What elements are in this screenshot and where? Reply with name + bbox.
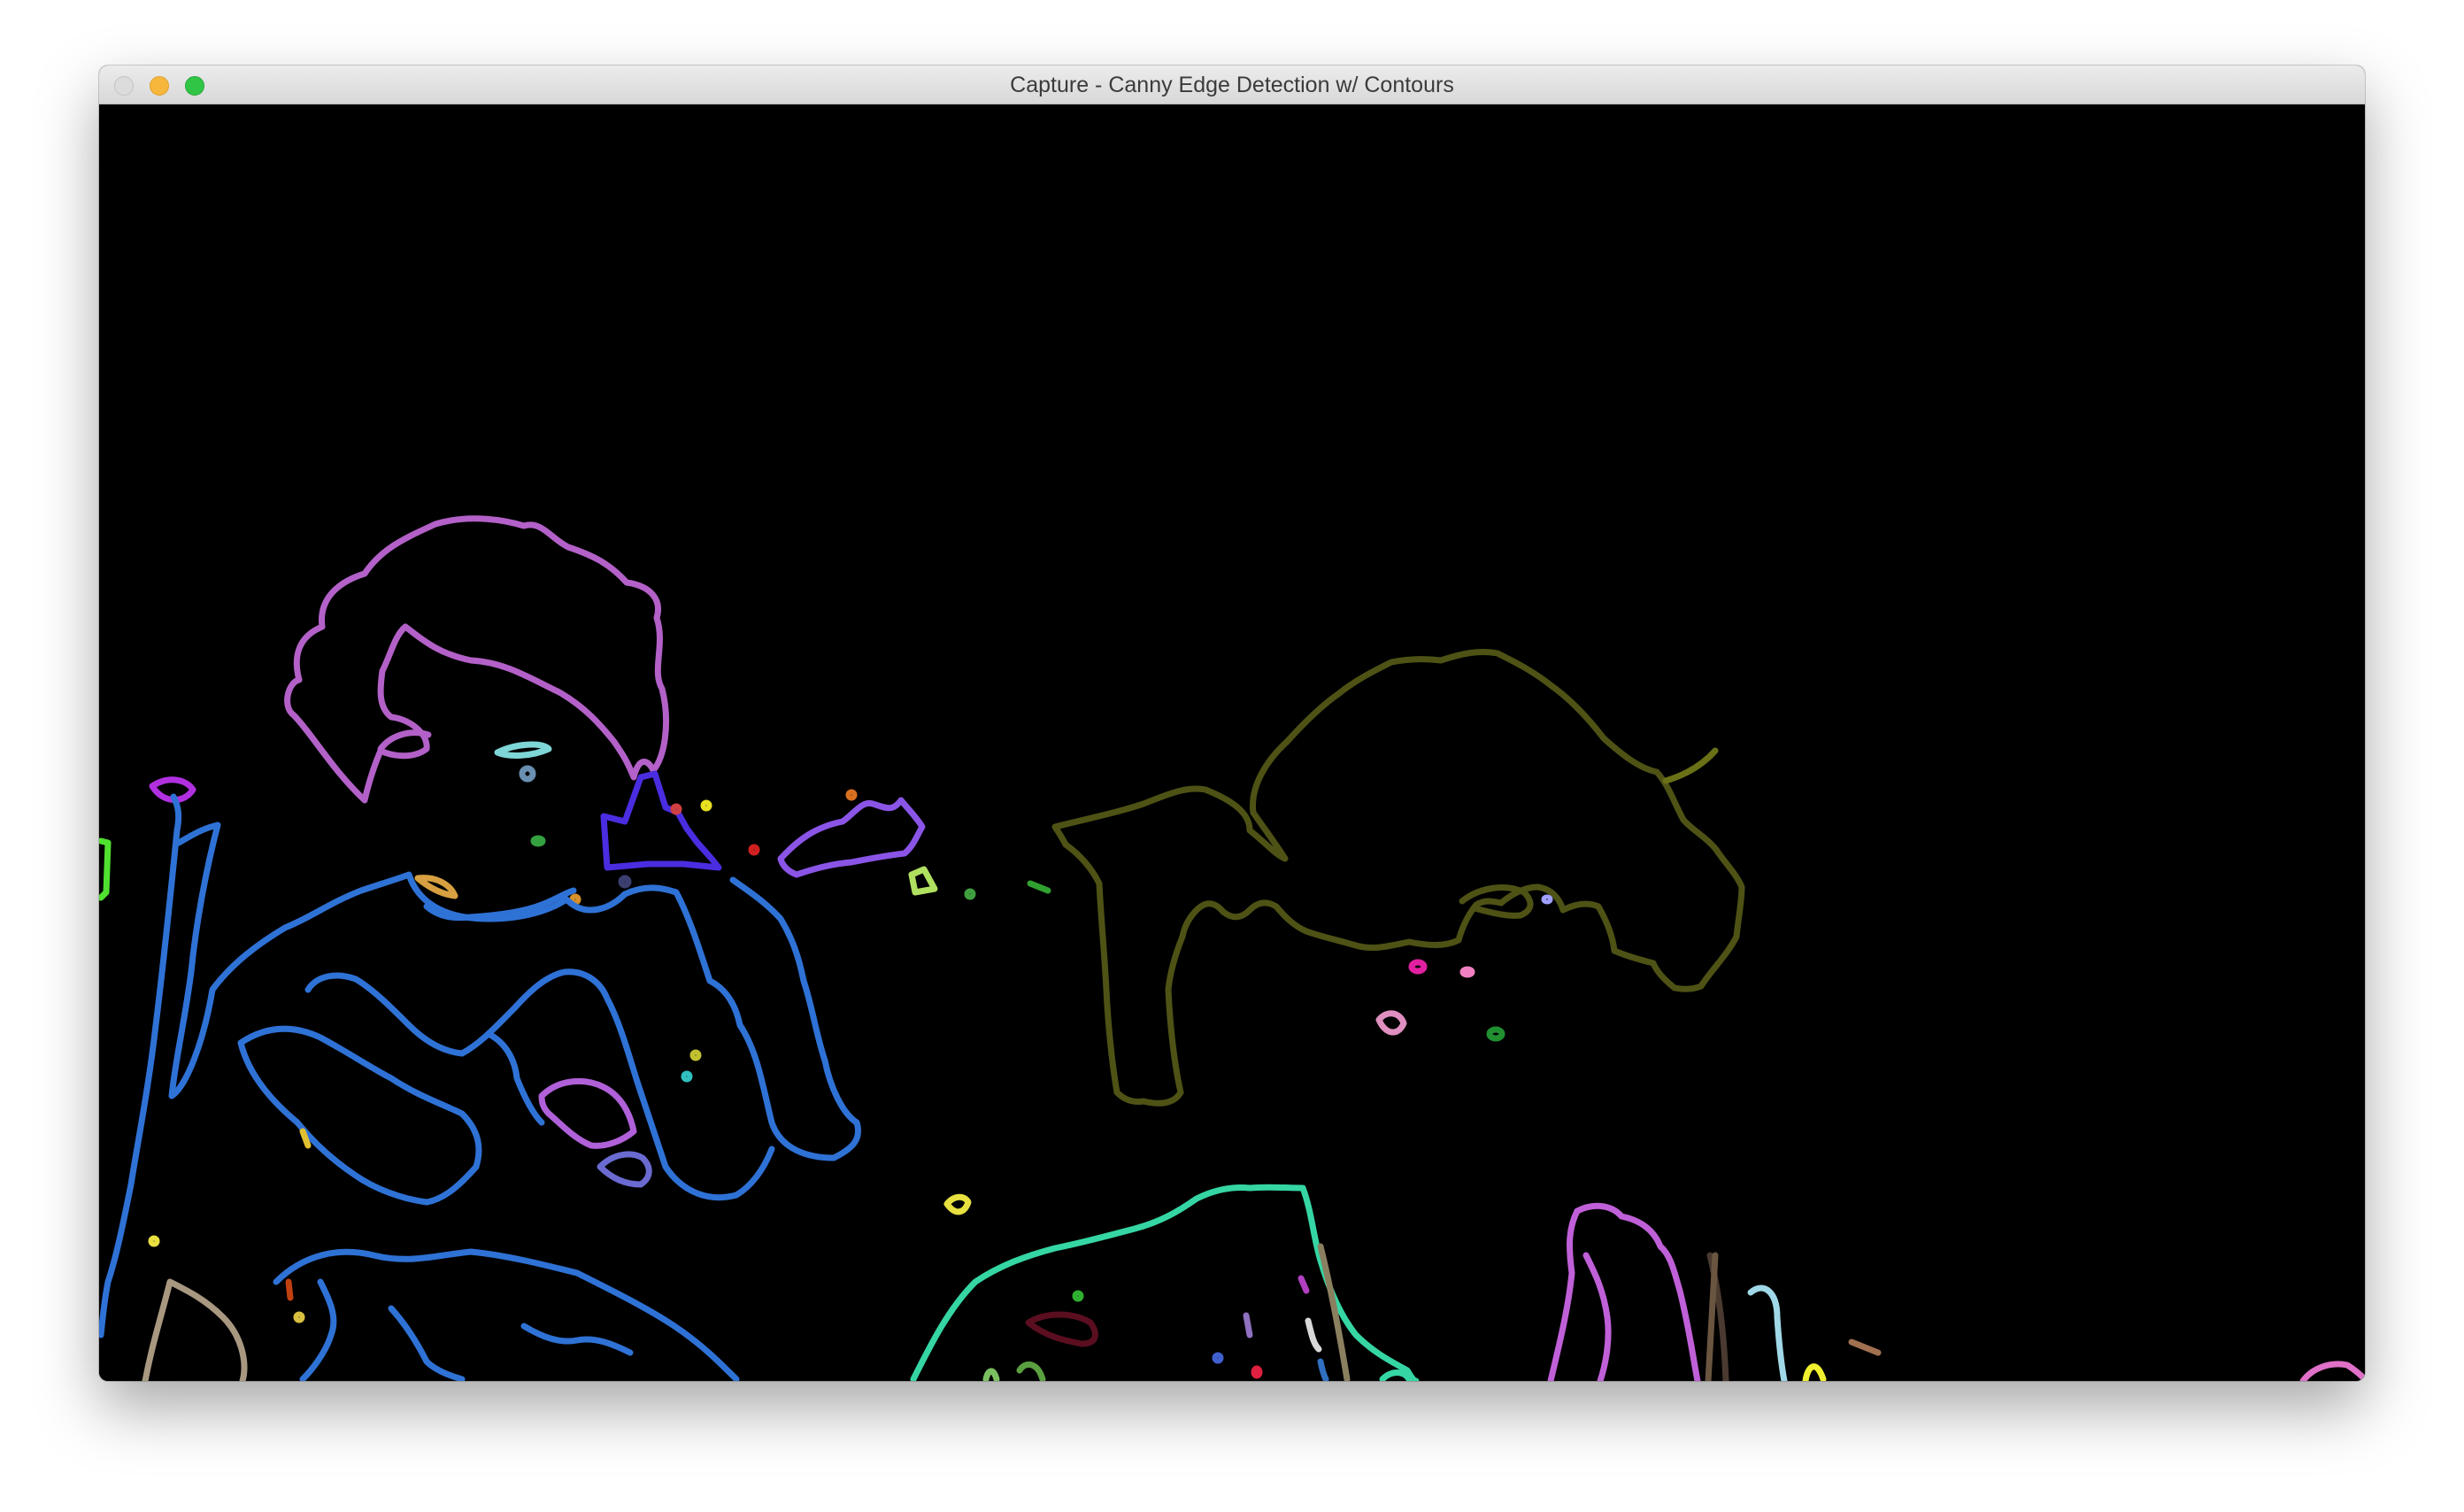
contour-dot-red [748, 844, 760, 856]
capture-canvas [99, 104, 2365, 1381]
contour-eye [494, 741, 552, 759]
contour-purple-hand [538, 1077, 637, 1149]
desktop: Capture - Canny Edge Detection w/ Contou… [0, 0, 2464, 1512]
contour-dot-pink [1459, 966, 1475, 978]
contour-darkred [1025, 1311, 1098, 1347]
contour-body-stick [99, 793, 182, 1338]
contour-dot-red2 [670, 803, 682, 815]
contour-dot-green5 [1072, 1290, 1084, 1302]
contour-pink-small [1375, 1010, 1407, 1036]
contour-white-small [1305, 1317, 1322, 1353]
title-bar[interactable]: Capture - Canny Edge Detection w/ Contou… [99, 66, 2365, 104]
contour-tan-left [142, 1278, 248, 1381]
contour-lime [908, 866, 938, 896]
contour-green-edge [99, 837, 112, 901]
contour-orange-left [285, 1278, 294, 1301]
contour-dot-orange2 [845, 789, 858, 801]
contour-green3 [1027, 880, 1051, 894]
contour-purple-small2 [1243, 1312, 1253, 1338]
contour-dot-olive [689, 1049, 702, 1061]
contour-blue-small [1317, 1358, 1329, 1381]
contour-hair [284, 515, 670, 804]
contour-body-lower3 [388, 1305, 466, 1381]
contour-indigo-shape [600, 770, 722, 871]
contour-yellow [943, 1193, 972, 1215]
contour-pink-right [1547, 1202, 1701, 1381]
contour-body-lower [273, 1248, 740, 1381]
contour-dot-green2 [964, 888, 976, 900]
contour-dot-magenta [1408, 959, 1428, 975]
contour-dot-slate [618, 875, 632, 889]
contour-purple-small3 [1297, 1275, 1310, 1294]
contour-body-lower2 [299, 1278, 337, 1381]
contour-image [99, 515, 2365, 1381]
contour-dot-blue [1212, 1352, 1224, 1364]
window-title: Capture - Canny Edge Detection w/ Contou… [1010, 73, 1454, 97]
contour-pink-corner [2299, 1361, 2365, 1381]
contour-yellow-right [1802, 1363, 1827, 1381]
contour-teal-tip [1379, 1369, 1413, 1381]
contour-dot-red3 [1251, 1365, 1263, 1379]
contour-dot-teal [681, 1070, 693, 1083]
contour-dot-green [530, 835, 546, 847]
contour-green-bottom [1016, 1362, 1046, 1381]
contour-purple-right [777, 797, 926, 878]
contour-dot-yellow4 [293, 1311, 305, 1323]
contour-olive [1051, 648, 1745, 1107]
contour-dot-lavender [1541, 894, 1553, 905]
contour-mouth [414, 875, 458, 899]
contour-body-arm [304, 968, 775, 1201]
contour-olive-feather [1662, 747, 1719, 784]
contour-body-fold [485, 1030, 545, 1126]
contour-slate-hand [597, 1151, 652, 1188]
contour-pupil [519, 765, 536, 783]
contour-ear [377, 729, 432, 752]
contour-brown-vertical2 [1705, 1252, 1719, 1381]
contour-dot-green4 [1486, 1026, 1505, 1042]
app-window: Capture - Canny Edge Detection w/ Contou… [99, 66, 2365, 1381]
contour-body [168, 822, 861, 1161]
contour-body-lower4 [520, 1323, 634, 1356]
contour-lightblue [1747, 1284, 1788, 1381]
contour-dot-orange [569, 893, 581, 906]
contour-dot-yellow3 [148, 1235, 160, 1247]
contour-dot-yellow [700, 799, 712, 812]
contour-pink-right2 [1582, 1252, 1612, 1381]
contour-body-hand [237, 1025, 482, 1206]
contour-brown-right [1848, 1338, 1882, 1356]
contour-green-bottom2 [982, 1368, 1000, 1381]
